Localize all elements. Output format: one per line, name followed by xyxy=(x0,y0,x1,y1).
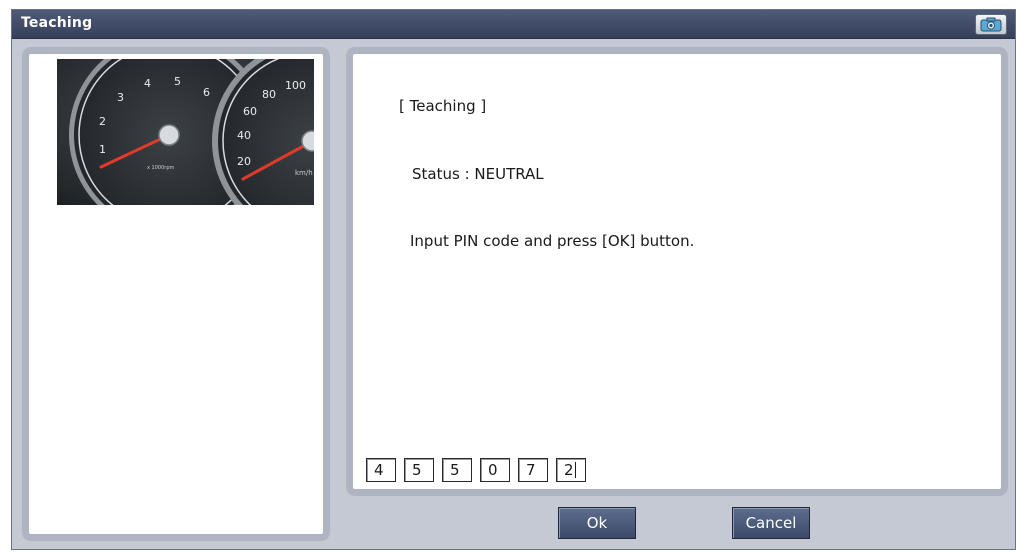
tach-label-5: 5 xyxy=(174,75,181,88)
camera-button[interactable] xyxy=(975,14,1007,35)
image-panel: 1 2 3 4 5 6 x 1000rpm 20 40 60 80 100 km… xyxy=(22,47,330,541)
tach-label-6: 6 xyxy=(203,86,210,99)
pin-digit-5[interactable]: 7 xyxy=(518,458,548,482)
ok-button[interactable]: Ok xyxy=(558,507,636,539)
speed-unit: km/h xyxy=(295,169,313,177)
pin-digit-3[interactable]: 5 xyxy=(442,458,472,482)
speed-label-80: 80 xyxy=(262,88,276,101)
teaching-heading: [ Teaching ] xyxy=(399,97,487,115)
pin-digit-4[interactable]: 0 xyxy=(480,458,510,482)
instrument-cluster-image: 1 2 3 4 5 6 x 1000rpm 20 40 60 80 100 km… xyxy=(57,59,314,205)
pin-digit-6[interactable]: 2 xyxy=(556,458,586,482)
speed-label-20: 20 xyxy=(237,155,251,168)
camera-icon xyxy=(980,17,1002,32)
cancel-button[interactable]: Cancel xyxy=(732,507,810,539)
tach-label-2: 2 xyxy=(99,115,106,128)
tach-label-3: 3 xyxy=(117,91,124,104)
speed-label-100: 100 xyxy=(285,79,306,92)
message-panel: [ Teaching ] Status : NEUTRAL Input PIN … xyxy=(346,47,1008,496)
instruction-text: Input PIN code and press [OK] button. xyxy=(410,232,695,250)
window-title: Teaching xyxy=(21,15,93,31)
pin-digit-2[interactable]: 5 xyxy=(404,458,434,482)
pin-digit-1[interactable]: 4 xyxy=(366,458,396,482)
tach-label-1: 1 xyxy=(99,143,106,156)
tach-unit: x 1000rpm xyxy=(147,165,175,171)
teaching-dialog: Teaching 1 2 3 4 5 6 x 1000rpm 20 40 60 … xyxy=(11,9,1016,550)
speed-label-60: 60 xyxy=(243,105,257,118)
speed-label-40: 40 xyxy=(237,129,251,142)
title-bar: Teaching xyxy=(12,10,1015,39)
tach-label-4: 4 xyxy=(144,77,151,90)
status-text: Status : NEUTRAL xyxy=(412,165,544,183)
